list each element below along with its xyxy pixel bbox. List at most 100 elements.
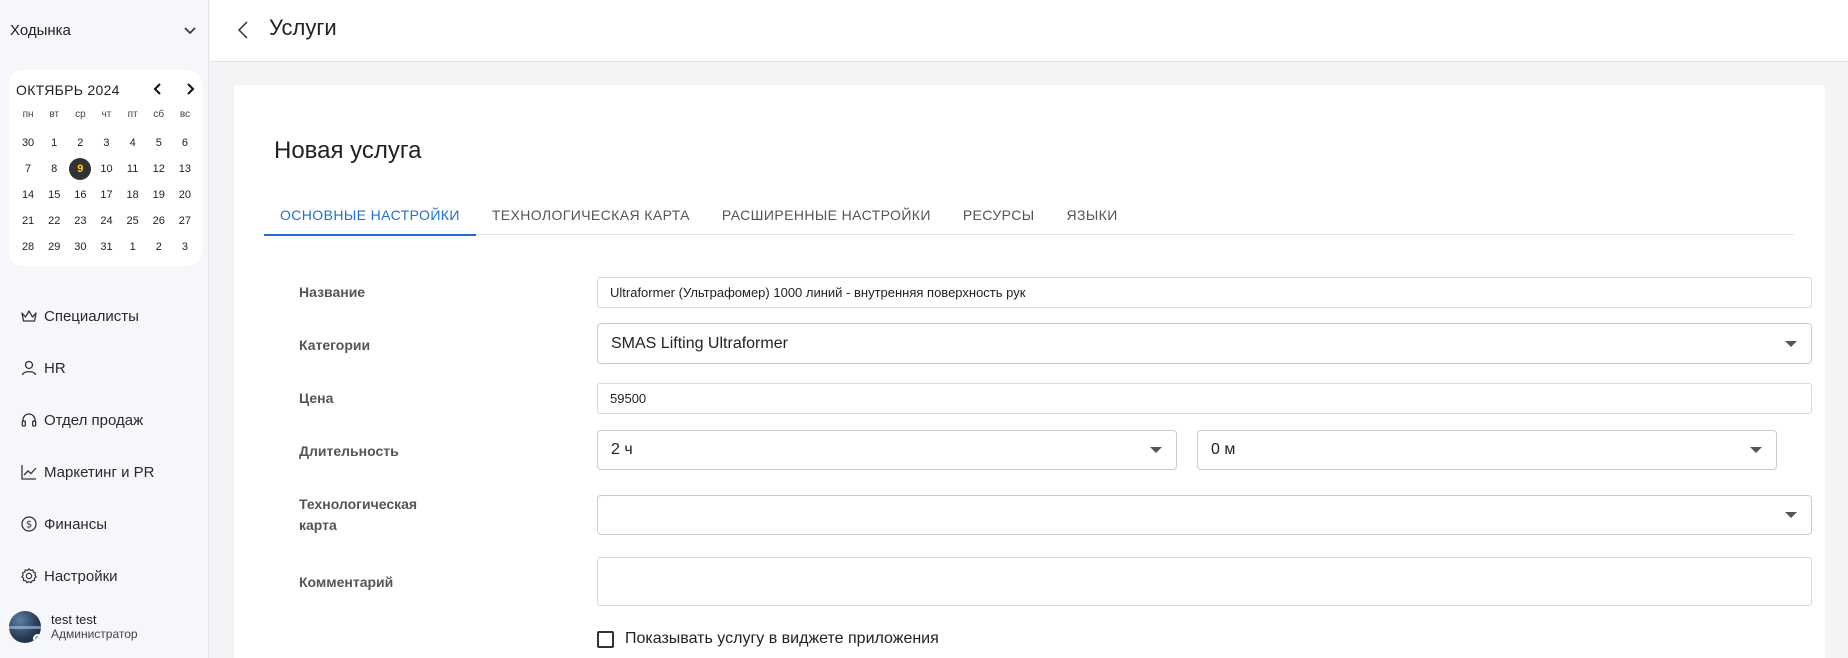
calendar-day[interactable]: 17 (93, 185, 119, 205)
top-bar: Услуги (210, 0, 1848, 62)
calendar-day[interactable]: 3 (93, 133, 119, 153)
caret-down-icon (1150, 447, 1162, 453)
nav-item-marketing[interactable]: Маркетинг и PR (0, 446, 209, 498)
weekday-label: пт (127, 109, 138, 120)
duration-minutes-select[interactable]: 0 м (1197, 430, 1777, 470)
calendar-day[interactable]: 1 (120, 237, 146, 257)
form-tabs: ОСНОВНЫЕ НАСТРОЙКИ ТЕХНОЛОГИЧЕСКАЯ КАРТА… (264, 195, 1794, 236)
calendar-week: 14 15 16 17 18 19 20 (15, 185, 198, 205)
dollar-circle-icon: $ (21, 516, 37, 532)
calendar-day-today[interactable]: 9 (67, 158, 93, 180)
chart-line-icon (21, 465, 37, 480)
category-value: SMAS Lifting Ultraformer (611, 334, 788, 352)
caret-down-icon (1785, 340, 1797, 347)
calendar-day[interactable]: 23 (67, 211, 93, 231)
service-form-card: Новая услуга ОСНОВНЫЕ НАСТРОЙКИ ТЕХНОЛОГ… (234, 85, 1825, 658)
tech-card-select[interactable] (597, 495, 1812, 535)
weekday-label: ср (75, 109, 86, 120)
tech-card-label: Технологическая карта (299, 494, 417, 536)
calendar-day[interactable]: 26 (146, 211, 172, 231)
calendar-day[interactable]: 22 (41, 211, 67, 231)
duration-label: Длительность (299, 443, 399, 459)
online-status-dot (33, 634, 41, 643)
main-nav: Специалисты HR Отдел продаж Маркетинг и … (0, 290, 209, 602)
calendar-day[interactable]: 19 (146, 185, 172, 205)
chevron-right-icon[interactable] (181, 80, 199, 98)
calendar-day[interactable]: 4 (120, 133, 146, 153)
tab-languages[interactable]: ЯЗЫКИ (1051, 195, 1134, 235)
back-arrow-icon[interactable] (232, 18, 256, 42)
calendar-day[interactable]: 24 (93, 211, 119, 231)
calendar-day[interactable]: 21 (15, 211, 41, 231)
calendar-day[interactable]: 18 (120, 185, 146, 205)
nav-item-finance[interactable]: $ Финансы (0, 498, 209, 550)
calendar-day[interactable]: 14 (15, 185, 41, 205)
show-in-widget-option[interactable]: Показывать услугу в виджете приложения (597, 630, 939, 648)
user-role: Администратор (51, 627, 138, 641)
category-select[interactable]: SMAS Lifting Ultraformer (597, 323, 1812, 364)
calendar-day[interactable]: 11 (120, 159, 146, 179)
calendar-month-label: ОКТЯБРЬ 2024 (16, 82, 120, 98)
chevron-left-icon[interactable] (149, 80, 167, 98)
show-in-widget-checkbox[interactable] (597, 630, 614, 648)
calendar-day[interactable]: 28 (15, 237, 41, 257)
calendar-day[interactable]: 29 (41, 237, 67, 257)
calendar-day[interactable]: 3 (172, 237, 198, 257)
show-in-widget-label: Показывать услугу в виджете приложения (625, 630, 939, 647)
calendar-day[interactable]: 16 (67, 185, 93, 205)
calendar-week: 7 8 9 10 11 12 13 (15, 158, 198, 180)
duration-minutes-value: 0 м (1211, 441, 1236, 458)
calendar-day[interactable]: 30 (15, 133, 41, 153)
name-field[interactable] (597, 277, 1812, 308)
nav-item-label: Маркетинг и PR (44, 463, 155, 481)
calendar-week: 30 1 2 3 4 5 6 (15, 133, 198, 153)
tab-advanced-settings[interactable]: РАСШИРЕННЫЕ НАСТРОЙКИ (706, 195, 947, 235)
calendar-day[interactable]: 6 (172, 133, 198, 153)
calendar-day[interactable]: 25 (120, 211, 146, 231)
duration-hours-select[interactable]: 2 ч (597, 430, 1177, 470)
nav-item-label: Отдел продаж (44, 411, 144, 429)
nav-item-sales[interactable]: Отдел продаж (0, 394, 209, 446)
calendar-day[interactable]: 15 (41, 185, 67, 205)
calendar-day[interactable]: 31 (93, 237, 119, 257)
tech-card-label-line2: карта (299, 517, 337, 533)
nav-item-hr[interactable]: HR (0, 342, 209, 394)
tab-resources[interactable]: РЕСУРСЫ (947, 195, 1051, 235)
tab-tech-card[interactable]: ТЕХНОЛОГИЧЕСКАЯ КАРТА (476, 195, 706, 235)
comment-field[interactable] (597, 557, 1812, 606)
nav-item-label: Специалисты (44, 307, 139, 325)
calendar-week: 21 22 23 24 25 26 27 (15, 211, 198, 231)
weekday-label: вт (49, 109, 60, 120)
price-label: Цена (299, 390, 334, 406)
crown-icon (21, 310, 37, 322)
comment-label: Комментарий (299, 574, 394, 590)
calendar-day[interactable]: 8 (41, 159, 67, 179)
calendar-day[interactable]: 13 (172, 159, 198, 179)
headset-icon (21, 413, 37, 427)
category-label: Категории (299, 337, 371, 353)
calendar-week: 28 29 30 31 1 2 3 (15, 237, 198, 257)
user-name: test test (51, 612, 97, 627)
nav-item-specialists[interactable]: Специалисты (0, 290, 209, 342)
duration-hours-value: 2 ч (611, 441, 633, 458)
calendar-day[interactable]: 5 (146, 133, 172, 153)
price-field[interactable] (597, 383, 1812, 414)
weekday-header: пн вт ср чт пт сб вс (15, 109, 198, 120)
calendar-day[interactable]: 27 (172, 211, 198, 231)
calendar-day[interactable]: 7 (15, 159, 41, 179)
tab-main-settings[interactable]: ОСНОВНЫЕ НАСТРОЙКИ (264, 195, 476, 236)
calendar-day[interactable]: 1 (41, 133, 67, 153)
user-profile[interactable]: test test Администратор (9, 608, 204, 646)
calendar-day[interactable]: 20 (172, 185, 198, 205)
calendar-day[interactable]: 2 (67, 133, 93, 153)
calendar-day[interactable]: 2 (146, 237, 172, 257)
location-selector[interactable]: Ходынка (10, 14, 198, 46)
calendar-day[interactable]: 10 (93, 159, 119, 179)
nav-item-settings[interactable]: Настройки (0, 550, 209, 602)
form-title: Новая услуга (274, 137, 422, 164)
svg-text:$: $ (26, 520, 32, 531)
calendar-day[interactable]: 12 (146, 159, 172, 179)
calendar-day[interactable]: 30 (67, 237, 93, 257)
nav-item-label: Финансы (44, 515, 107, 533)
weekday-label: сб (153, 109, 165, 120)
